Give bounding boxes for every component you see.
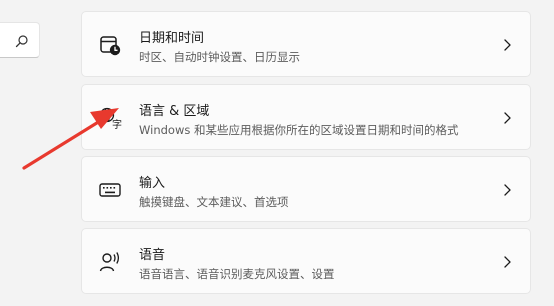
- settings-item-description: 时区、自动时钟设置、日历显示: [139, 50, 300, 64]
- settings-item-description: 语音语言、语音识别麦克风设置、设置: [139, 267, 335, 281]
- chevron-right-icon: [504, 39, 511, 51]
- settings-item-title: 日期和时间: [139, 31, 205, 46]
- keyboard-icon: [99, 183, 121, 197]
- search-input[interactable]: [0, 22, 40, 58]
- settings-item-title: 语言 & 区域: [139, 104, 210, 119]
- svg-text:字: 字: [112, 118, 122, 130]
- settings-item-speech[interactable]: 语音 语音语言、语音识别麦克风设置、设置: [81, 228, 531, 294]
- settings-item-date-time[interactable]: 日期和时间 时区、自动时钟设置、日历显示: [81, 11, 531, 77]
- speech-person-icon: [99, 252, 120, 272]
- settings-item-title: 输入: [139, 176, 166, 191]
- settings-item-description: Windows 和某些应用根据你所在的区域设置日期和时间的格式: [139, 123, 459, 137]
- settings-item-typing[interactable]: 输入 触摸键盘、文本建议、首选项: [81, 156, 531, 222]
- search-icon: [15, 35, 28, 48]
- chevron-right-icon: [504, 256, 511, 268]
- calendar-clock-icon: [100, 36, 121, 56]
- chevron-right-icon: [504, 112, 511, 124]
- chevron-right-icon: [504, 184, 511, 196]
- settings-item-language-region[interactable]: 字 语言 & 区域 Windows 和某些应用根据你所在的区域设置日期和时间的格…: [81, 84, 531, 150]
- language-globe-icon: 字: [99, 107, 122, 130]
- settings-item-description: 触摸键盘、文本建议、首选项: [139, 195, 289, 209]
- settings-item-title: 语音: [139, 248, 166, 263]
